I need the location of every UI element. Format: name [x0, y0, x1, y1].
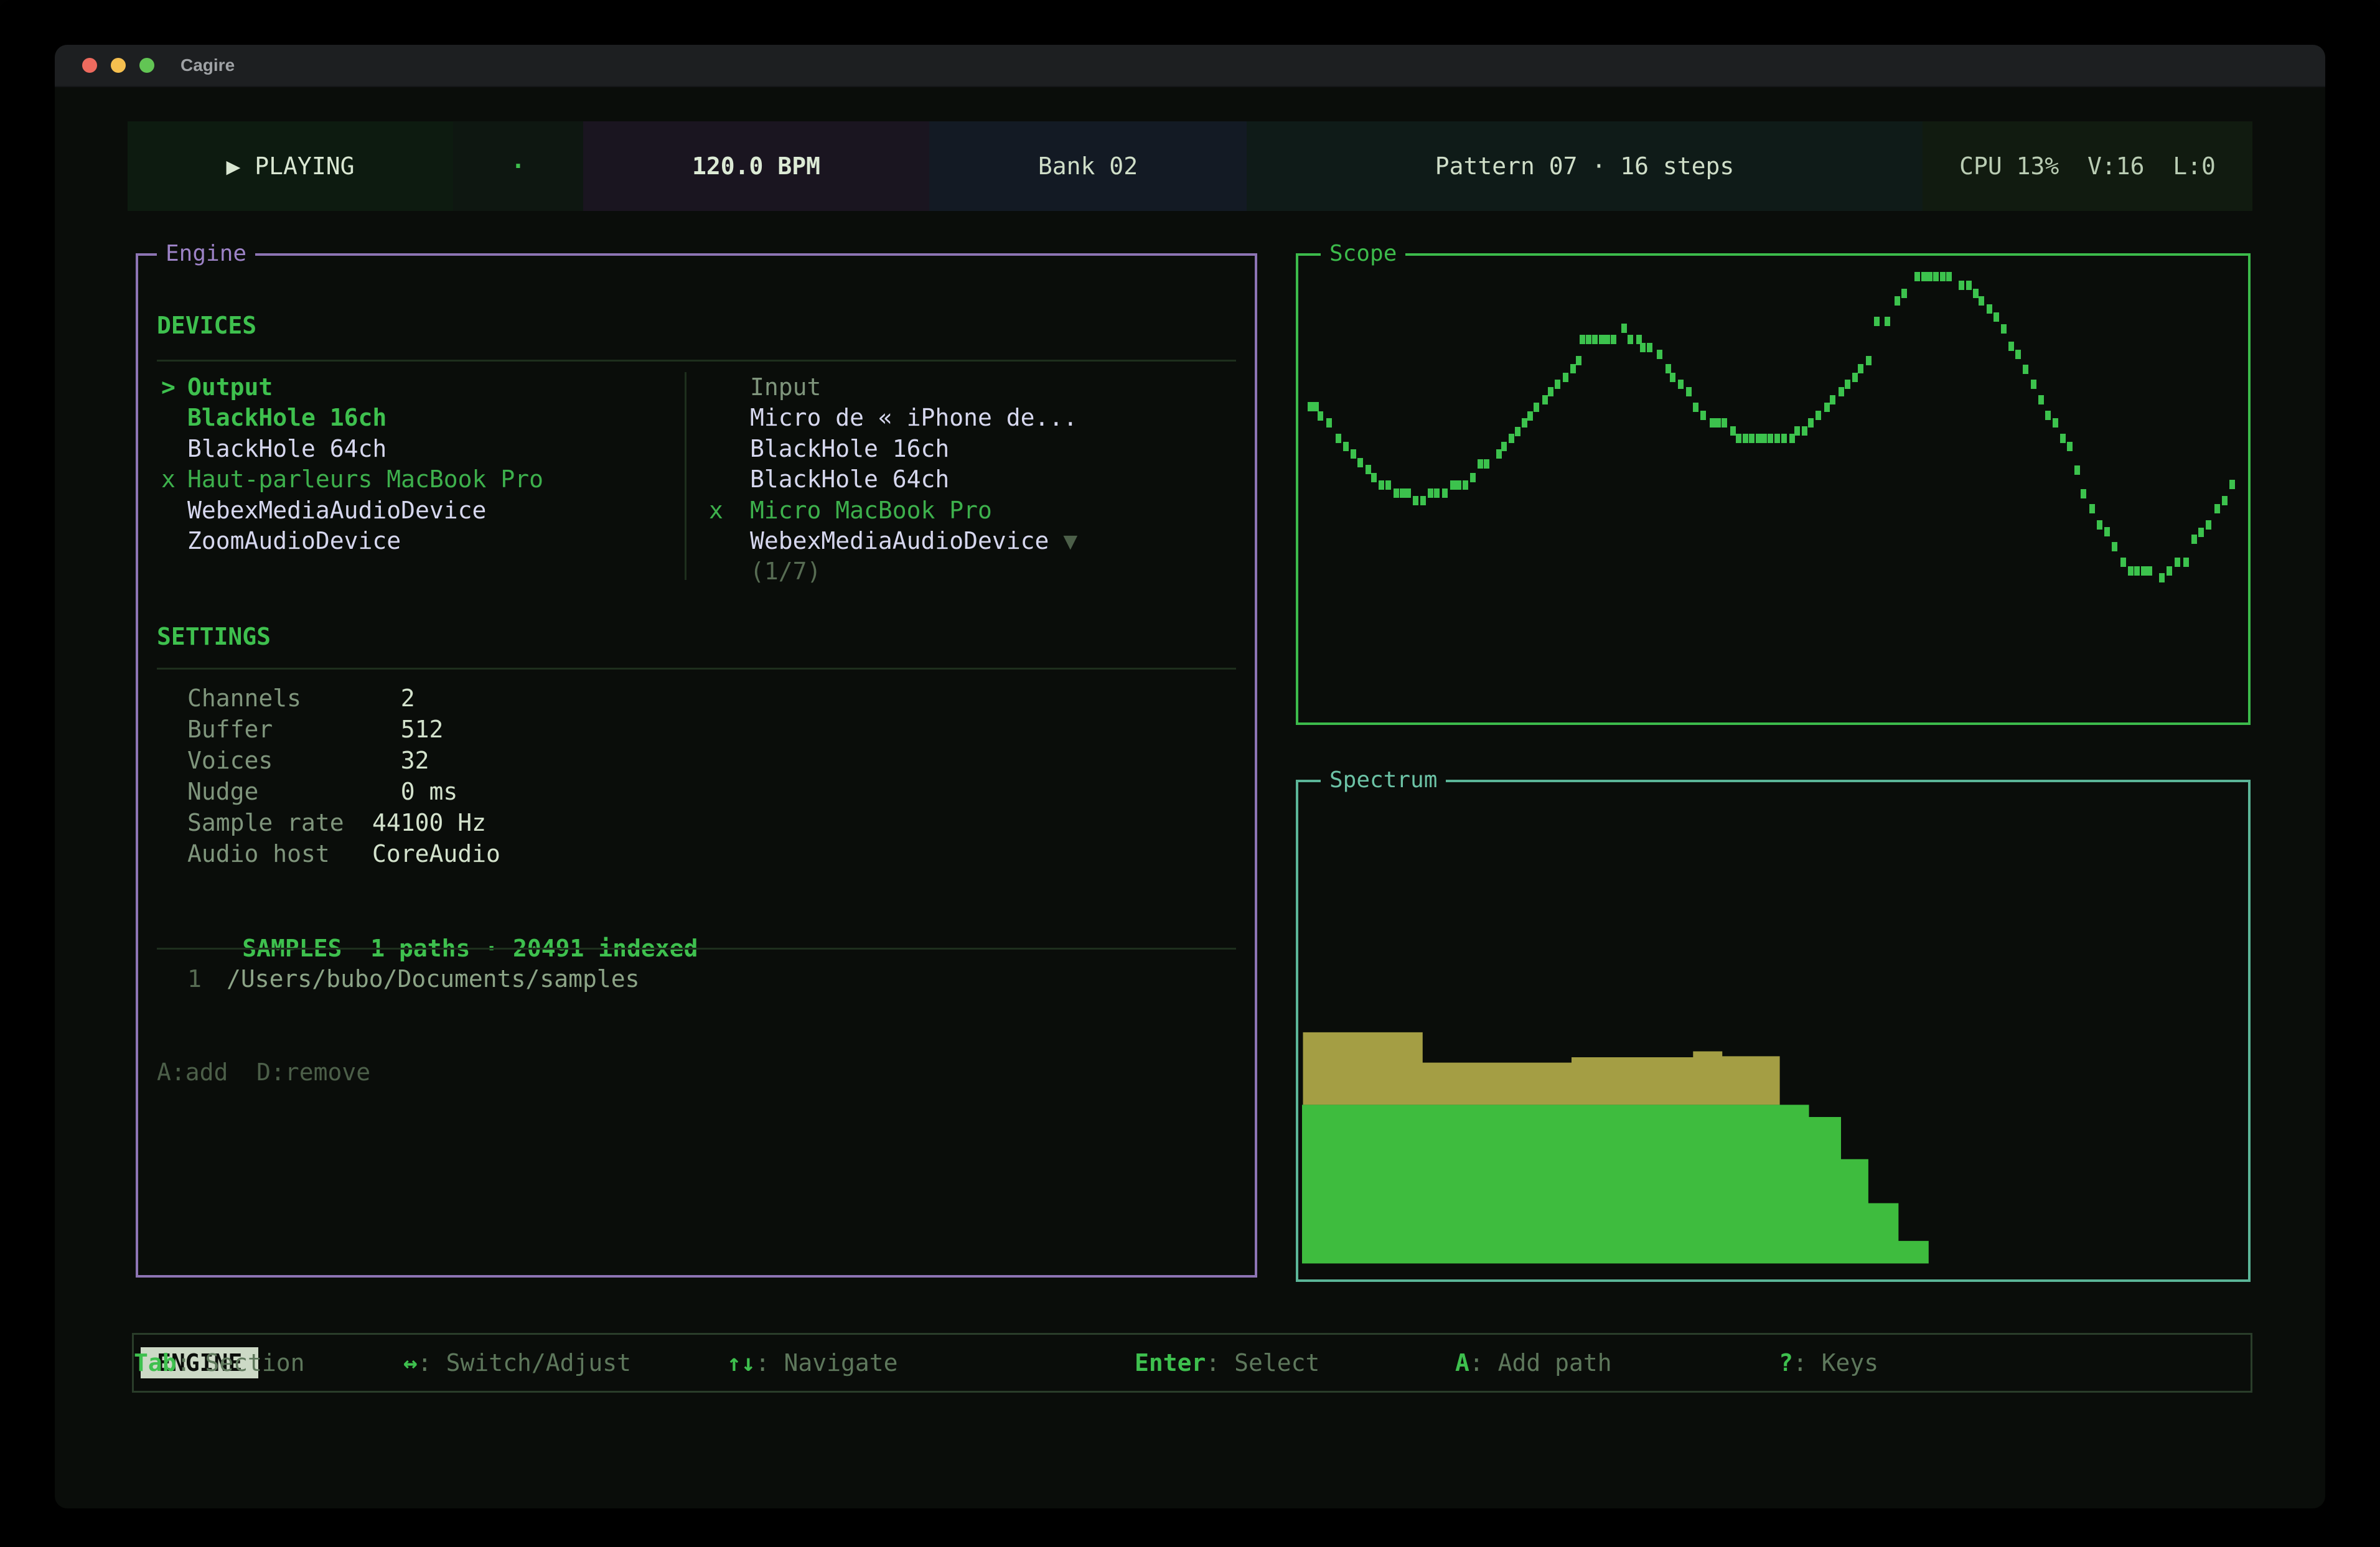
divider: [157, 668, 1236, 670]
key-hint-section: Tab: Section: [134, 1349, 305, 1376]
setting-value: CoreAudio: [372, 838, 500, 869]
status-bar: ▶ PLAYING·120.0 BPMBank 02Pattern 07 · 1…: [128, 121, 2252, 211]
key-hint-navigate: ↑↓: Navigate: [727, 1349, 898, 1376]
setting-label: Channels: [187, 683, 301, 714]
app-window: Cagire ▶ PLAYING·120.0 BPMBank 02Pattern…: [55, 45, 2325, 1508]
setting-label: Voices: [187, 745, 273, 776]
key-hint-switch-adjust: ↔: Switch/Adjust: [403, 1349, 631, 1376]
device-label: Micro MacBook Pro: [750, 495, 992, 526]
topbar-segment-pattern[interactable]: Pattern 07 · 16 steps: [1247, 121, 1923, 211]
hint-label: : Select: [1206, 1349, 1319, 1376]
setting-value: 44100 Hz: [372, 807, 486, 838]
key-hint-bar: ENGINE Tab: Section↔: Switch/Adjust↑↓: N…: [132, 1333, 2252, 1393]
setting-row-sample-rate[interactable]: Sample rate 44100 Hz: [138, 807, 1255, 838]
input-device-row[interactable]: x Micro MacBook Pro: [138, 495, 1255, 526]
samples-section-header: SAMPLES 1 paths · 20491 indexed: [157, 902, 1255, 933]
setting-value: 32: [372, 745, 429, 776]
device-label: Input: [750, 372, 821, 403]
input-device-row[interactable]: BlackHole 16ch: [138, 433, 1255, 464]
device-label: Micro de « iPhone de...: [750, 402, 1077, 433]
hint-key: ↔: [403, 1349, 418, 1376]
input-device-row: Input: [138, 372, 1255, 403]
chevron-down-icon: ▼: [1049, 527, 1077, 554]
path-index: 1: [187, 963, 202, 994]
title-bar: Cagire: [55, 45, 2325, 87]
input-device-row[interactable]: BlackHole 64ch: [138, 464, 1255, 495]
topbar-segment-beat: ·: [453, 121, 583, 211]
setting-label: Audio host: [187, 838, 330, 869]
devices-section-header: DEVICES: [157, 310, 1255, 341]
topbar-segment-bank[interactable]: Bank 02: [929, 121, 1247, 211]
path-value: /Users/bubo/Documents/samples: [227, 963, 639, 994]
hint-label: : Navigate: [756, 1349, 898, 1376]
hint-label: : Add path: [1469, 1349, 1612, 1376]
device-label: BlackHole 64ch: [750, 464, 949, 495]
setting-row-audio-host[interactable]: Audio host CoreAudio: [138, 838, 1255, 869]
settings-section-header: SETTINGS: [157, 621, 1255, 652]
setting-value: 2: [372, 683, 415, 714]
key-hint-add-path: A: Add path: [1455, 1349, 1612, 1376]
hint-label: : Keys: [1793, 1349, 1878, 1376]
hint-label: : Switch/Adjust: [418, 1349, 631, 1376]
hint-key: A: [1455, 1349, 1469, 1376]
key-hint-select: Enter: Select: [1135, 1349, 1319, 1376]
scope-panel: Scope: [1296, 253, 2251, 725]
close-button[interactable]: [82, 58, 97, 73]
minimize-button[interactable]: [111, 58, 126, 73]
hint-label: : Section: [177, 1349, 305, 1376]
device-label: BlackHole 16ch: [750, 433, 949, 464]
divider: [157, 360, 1236, 362]
divider: [157, 948, 1236, 950]
window-title: Cagire: [180, 55, 235, 75]
setting-row-buffer[interactable]: Buffer 512: [138, 714, 1255, 745]
spectrum-panel: Spectrum: [1296, 780, 2251, 1282]
zoom-button[interactable]: [139, 58, 154, 73]
device-label: WebexMediaAudioDevice ▼: [750, 525, 1077, 556]
active-device-marker: x: [709, 495, 723, 526]
setting-value: 512: [372, 714, 443, 745]
topbar-segment-stats: CPU 13% V:16 L:0: [1923, 121, 2252, 211]
topbar-segment-bpm[interactable]: 120.0 BPM: [583, 121, 929, 211]
hint-key: ↑↓: [727, 1349, 756, 1376]
setting-row-channels[interactable]: Channels 2: [138, 683, 1255, 714]
setting-row-nudge[interactable]: Nudge 0 ms: [138, 776, 1255, 807]
scope-waveform: [1303, 259, 2243, 719]
engine-panel-title: Engine: [157, 239, 255, 269]
setting-label: Nudge: [187, 776, 258, 807]
device-label: (1/7): [750, 556, 821, 587]
input-device-row[interactable]: WebexMediaAudioDevice ▼: [138, 525, 1255, 556]
hint-key: Enter: [1135, 1349, 1206, 1376]
key-hint-keys: ?: Keys: [1779, 1349, 1878, 1376]
setting-label: Sample rate: [187, 807, 344, 838]
setting-row-voices[interactable]: Voices 32: [138, 745, 1255, 776]
hint-key: ?: [1779, 1349, 1793, 1376]
input-device-row[interactable]: Micro de « iPhone de...: [138, 402, 1255, 433]
engine-panel: Engine DEVICES >OutputBlackHole 16chBlac…: [136, 253, 1257, 1278]
topbar-segment-transport[interactable]: ▶ PLAYING: [128, 121, 453, 211]
spectrum-chart: [1302, 786, 2244, 1276]
setting-value: 0 ms: [372, 776, 457, 807]
sample-path-row[interactable]: 1/Users/bubo/Documents/samples: [138, 963, 1255, 994]
input-device-row: (1/7): [138, 556, 1255, 587]
hint-key: Tab: [134, 1349, 177, 1376]
samples-keys-hint: A:add D:remove: [157, 1057, 1255, 1088]
setting-label: Buffer: [187, 714, 273, 745]
